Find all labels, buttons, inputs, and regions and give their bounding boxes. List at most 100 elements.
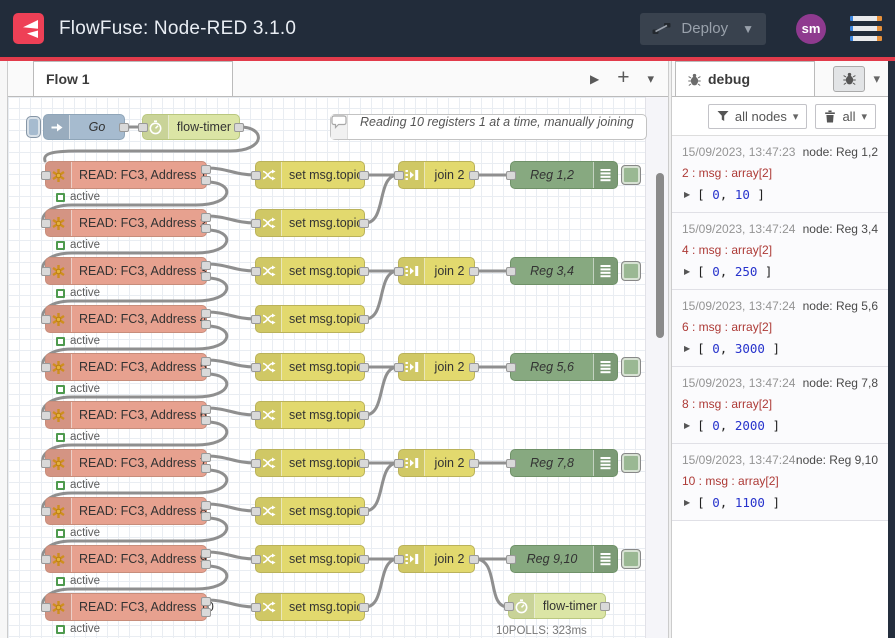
node-read-7[interactable]: READ: FC3, Address 7: [45, 449, 207, 477]
output-port[interactable]: [469, 267, 479, 276]
output-port-2[interactable]: [201, 512, 211, 521]
input-port[interactable]: [394, 171, 404, 180]
output-port-2[interactable]: [201, 176, 211, 185]
debug-message[interactable]: 15/09/2023, 13:47:23 node: Reg 1,2 2 : m…: [672, 136, 888, 213]
input-port[interactable]: [41, 363, 51, 372]
deploy-button[interactable]: Deploy ▼: [640, 13, 766, 45]
input-port[interactable]: [41, 603, 51, 612]
input-port[interactable]: [506, 555, 516, 564]
node-read-5[interactable]: READ: FC3, Address 5: [45, 353, 207, 381]
input-port[interactable]: [41, 267, 51, 276]
node-join-3[interactable]: join 2: [398, 353, 475, 381]
node-change-1[interactable]: set msg.topic: [255, 161, 365, 189]
node-change-8[interactable]: set msg.topic: [255, 497, 365, 525]
input-port[interactable]: [251, 363, 261, 372]
input-port[interactable]: [41, 459, 51, 468]
input-port[interactable]: [41, 315, 51, 324]
output-port-2[interactable]: [201, 368, 211, 377]
debug-panel-button[interactable]: [833, 66, 865, 92]
output-port[interactable]: [469, 171, 479, 180]
message-node-name[interactable]: node: Reg 5,6: [803, 299, 878, 313]
input-port[interactable]: [251, 267, 261, 276]
expand-triangle-icon[interactable]: ▶: [684, 190, 690, 199]
node-inject-go[interactable]: Go: [43, 114, 125, 140]
output-port[interactable]: [359, 363, 369, 372]
input-port[interactable]: [251, 219, 261, 228]
message-payload[interactable]: ▶ [ 0, 1100 ]: [682, 495, 878, 510]
node-change-5[interactable]: set msg.topic: [255, 353, 365, 381]
node-join-5[interactable]: join 2: [398, 545, 475, 573]
input-port[interactable]: [394, 459, 404, 468]
input-port[interactable]: [251, 507, 261, 516]
flow-list-chevron-down-icon[interactable]: ▾: [647, 71, 654, 87]
tab-flow-1[interactable]: Flow 1: [33, 61, 233, 96]
output-port-2[interactable]: [201, 272, 211, 281]
message-node-name[interactable]: node: Reg 9,10: [796, 453, 878, 467]
expand-triangle-icon[interactable]: ▶: [684, 344, 690, 353]
input-port[interactable]: [251, 603, 261, 612]
input-port[interactable]: [251, 411, 261, 420]
output-port-1[interactable]: [201, 597, 211, 606]
message-node-name[interactable]: node: Reg 3,4: [803, 222, 878, 236]
input-port[interactable]: [506, 363, 516, 372]
node-join-1[interactable]: join 2: [398, 161, 475, 189]
output-port[interactable]: [359, 555, 369, 564]
message-payload[interactable]: ▶ [ 0, 3000 ]: [682, 341, 878, 356]
output-port-1[interactable]: [201, 405, 211, 414]
node-debug-reg-5[interactable]: Reg 9,10: [510, 545, 618, 573]
input-port[interactable]: [41, 171, 51, 180]
output-port-2[interactable]: [201, 560, 211, 569]
input-port[interactable]: [251, 555, 261, 564]
input-port[interactable]: [506, 171, 516, 180]
node-read-8[interactable]: READ: FC3, Address 8: [45, 497, 207, 525]
input-port[interactable]: [251, 459, 261, 468]
debug-message[interactable]: 15/09/2023, 13:47:24 node: Reg 3,4 4 : m…: [672, 213, 888, 290]
output-port[interactable]: [359, 507, 369, 516]
node-change-6[interactable]: set msg.topic: [255, 401, 365, 429]
canvas-scrollbar-track[interactable]: [645, 97, 668, 638]
debug-filter-button[interactable]: all nodes ▾: [708, 104, 808, 129]
output-port-2[interactable]: [201, 416, 211, 425]
user-avatar[interactable]: sm: [796, 14, 826, 44]
node-read-1[interactable]: READ: FC3, Address 1: [45, 161, 207, 189]
output-port-1[interactable]: [201, 501, 211, 510]
node-comment[interactable]: Reading 10 registers 1 at a time, manual…: [330, 114, 647, 140]
input-port[interactable]: [41, 507, 51, 516]
node-debug-reg-3[interactable]: Reg 5,6: [510, 353, 618, 381]
input-port[interactable]: [251, 315, 261, 324]
message-node-name[interactable]: node: Reg 7,8: [803, 376, 878, 390]
debug-clear-button[interactable]: all ▾: [815, 104, 876, 129]
output-port-2[interactable]: [201, 224, 211, 233]
main-menu-button[interactable]: [850, 16, 882, 41]
node-change-3[interactable]: set msg.topic: [255, 257, 365, 285]
input-port[interactable]: [41, 219, 51, 228]
output-port[interactable]: [469, 459, 479, 468]
node-read-6[interactable]: READ: FC3, Address 6: [45, 401, 207, 429]
canvas-scrollbar-thumb[interactable]: [656, 173, 664, 338]
node-read-10[interactable]: READ: FC3, Address 10: [45, 593, 207, 621]
output-port-1[interactable]: [201, 261, 211, 270]
input-port[interactable]: [41, 411, 51, 420]
output-port-2[interactable]: [201, 608, 211, 617]
output-port[interactable]: [359, 603, 369, 612]
flow-canvas[interactable]: Goflow-timerReading 10 registers 1 at a …: [8, 97, 668, 638]
message-payload[interactable]: ▶ [ 0, 2000 ]: [682, 418, 878, 433]
tab-debug[interactable]: debug: [675, 61, 815, 96]
node-change-10[interactable]: set msg.topic: [255, 593, 365, 621]
node-change-7[interactable]: set msg.topic: [255, 449, 365, 477]
tab-scroll-right-icon[interactable]: ▶: [590, 72, 599, 86]
node-join-4[interactable]: join 2: [398, 449, 475, 477]
output-port-1[interactable]: [201, 213, 211, 222]
input-port[interactable]: [41, 555, 51, 564]
debug-toggle-button[interactable]: [621, 165, 641, 185]
node-read-3[interactable]: READ: FC3, Address 3: [45, 257, 207, 285]
input-port[interactable]: [394, 267, 404, 276]
debug-message[interactable]: 15/09/2023, 13:47:24 node: Reg 9,10 10 :…: [672, 444, 888, 521]
debug-toggle-button[interactable]: [621, 357, 641, 377]
input-port[interactable]: [506, 267, 516, 276]
output-port[interactable]: [119, 123, 129, 132]
node-change-4[interactable]: set msg.topic: [255, 305, 365, 333]
node-read-9[interactable]: READ: FC3, Address 9: [45, 545, 207, 573]
output-port-1[interactable]: [201, 453, 211, 462]
add-flow-button[interactable]: +: [617, 67, 629, 88]
